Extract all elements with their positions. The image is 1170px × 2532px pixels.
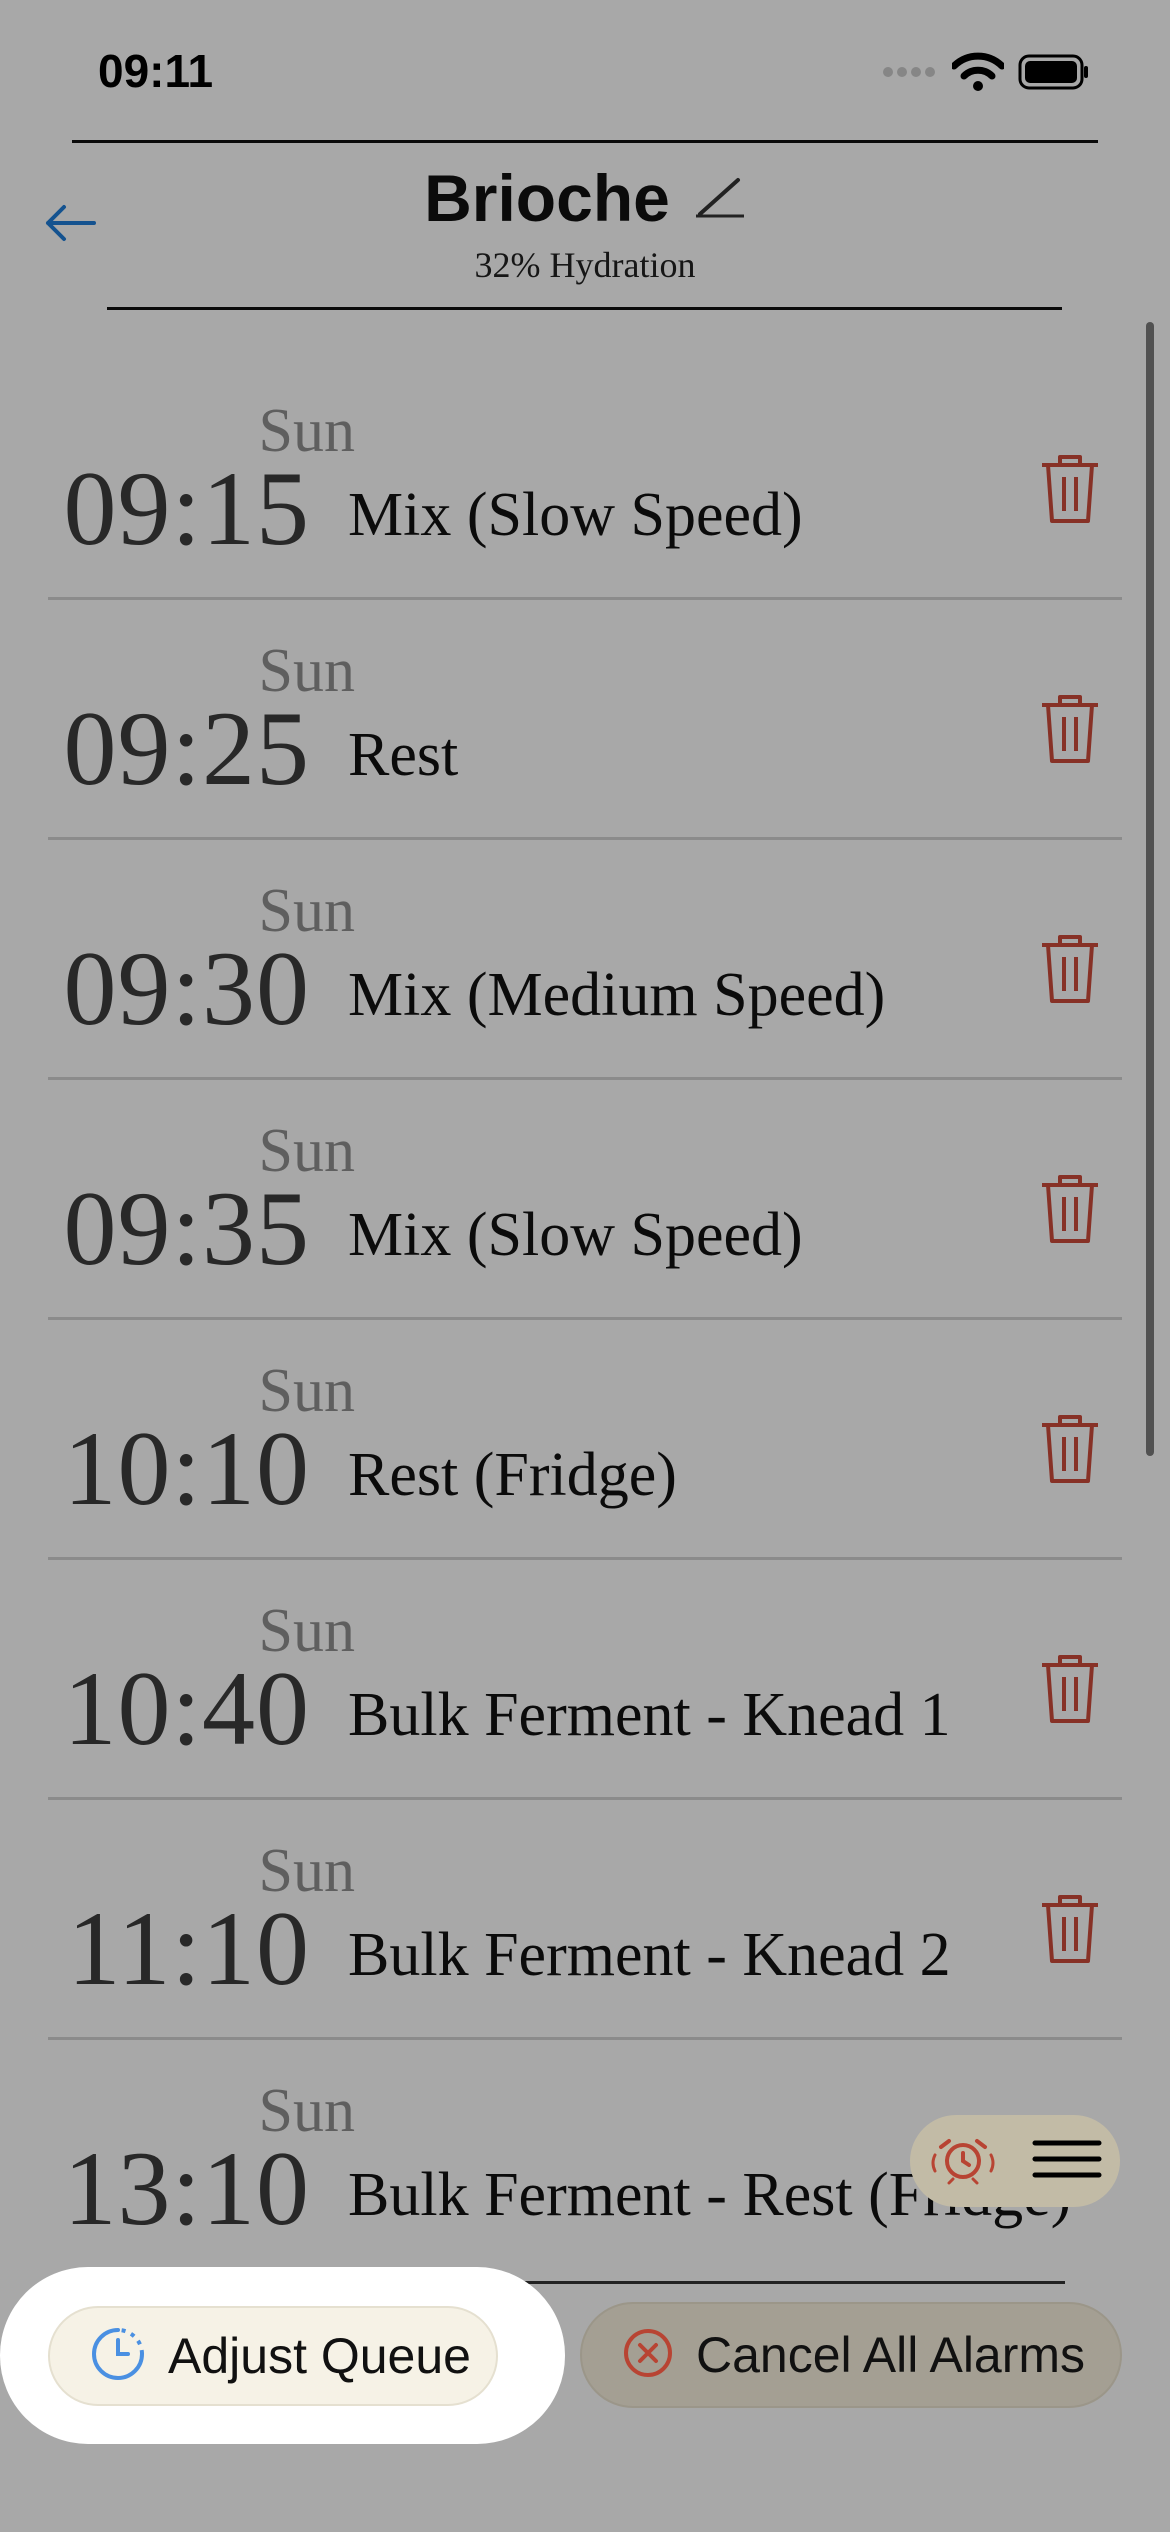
clock-icon [90, 2326, 146, 2387]
floating-action-menu[interactable] [910, 2115, 1120, 2207]
alarm-icon [927, 2133, 999, 2190]
cancel-circle-icon [620, 2325, 676, 2386]
adjust-queue-button[interactable]: Adjust Queue [48, 2306, 498, 2406]
menu-icon [1031, 2137, 1103, 2186]
screen: 09:11 Brioche 32% Hydration Sun 09:15 Mi… [0, 0, 1170, 2532]
adjust-queue-label: Adjust Queue [168, 2328, 471, 2384]
cancel-all-alarms-button[interactable]: Cancel All Alarms [580, 2302, 1122, 2408]
cancel-all-alarms-label: Cancel All Alarms [696, 2327, 1086, 2383]
